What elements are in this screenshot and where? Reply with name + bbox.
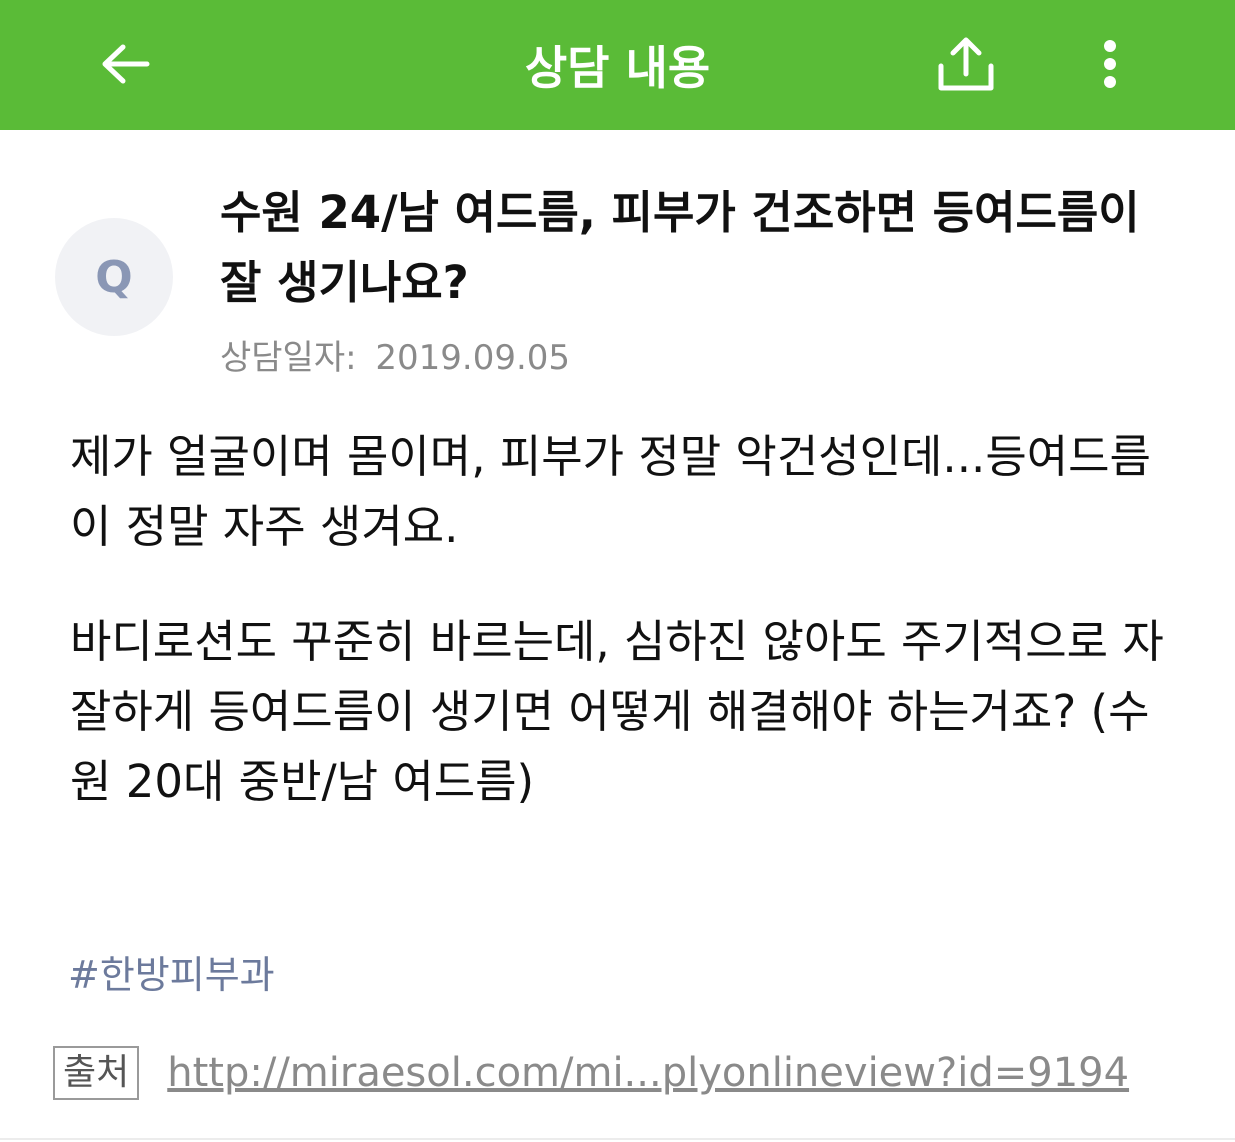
body-paragraph: 바디로션도 꾸준히 바르는데, 심하진 않아도 주기적으로 자잘하게 등여드름이… [70, 615, 1164, 808]
question-body: 제가 얼굴이며 몸이며, 피부가 정말 악건성인데...등여드름이 정말 자주 … [70, 422, 1165, 862]
consult-date-value: 2019.09.05 [375, 338, 571, 378]
back-button[interactable] [96, 34, 156, 94]
more-vertical-icon [1104, 40, 1116, 88]
source-row: 출처 http://miraesol.com/mi...plyonlinevie… [53, 1046, 1129, 1100]
question-title: 수원 24/남 여드름, 피부가 건조하면 등여드름이 잘 생기나요? [220, 186, 1140, 309]
body-paragraph: 제가 얼굴이며 몸이며, 피부가 정말 악건성인데...등여드름이 정말 자주 … [70, 430, 1151, 553]
share-button[interactable] [930, 30, 1002, 98]
hashtag-link[interactable]: #한방피부과 [68, 944, 275, 999]
consult-date: 상담일자: 2019.09.05 [220, 330, 570, 379]
source-label: 출처 [53, 1046, 140, 1100]
page-title: 상담 내용 [524, 41, 711, 95]
question-avatar: Q [55, 218, 173, 336]
more-options-button[interactable] [1085, 34, 1135, 94]
app-header: 상담 내용 [0, 0, 1235, 130]
consult-date-label: 상담일자: [220, 338, 357, 378]
source-link[interactable]: http://miraesol.com/mi...plyonlineview?i… [167, 1050, 1129, 1096]
arrow-left-icon [102, 44, 150, 84]
divider [0, 1138, 1235, 1140]
share-upload-icon [938, 37, 994, 91]
